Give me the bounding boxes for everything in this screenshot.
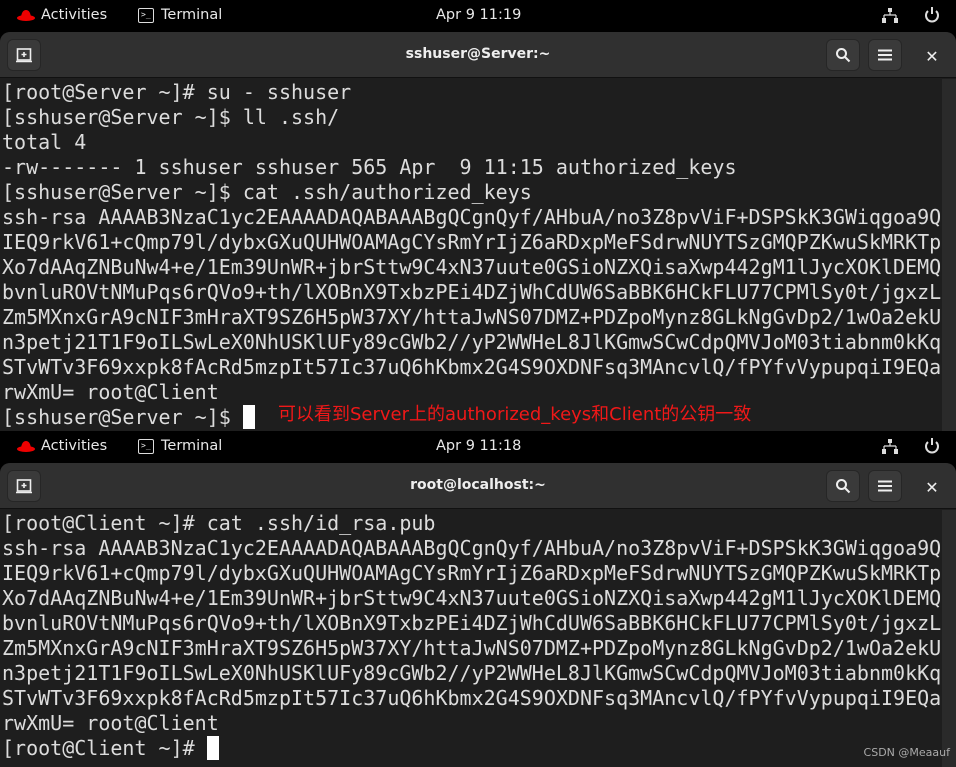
search-button[interactable] [826,470,860,502]
app-menu-terminal[interactable]: >_ Terminal [138,438,222,454]
close-button[interactable]: ✕ [920,475,944,499]
output-line: ssh-rsa AAAAB3NzaC1yc2EAAAADAQABAAABgQCg… [2,205,942,229]
clock[interactable]: Apr 9 11:19 [436,7,521,23]
output-line: IEQ9rkV61+cQmp79l/dybxGXuQUHWOAMAgCYsRmY… [2,561,942,585]
app-menu-terminal[interactable]: >_ Terminal [138,7,222,23]
scrollbar[interactable] [942,510,956,767]
close-icon: ✕ [925,477,939,497]
header-bar: sshuser@Server:~ ✕ [0,32,956,78]
search-icon [836,48,851,63]
search-button[interactable] [826,39,860,71]
prompt: [sshuser@Server ~]$ [2,405,243,429]
output-line: bvnluROVtNMuPqs6rQVo9+th/lXOBnX9TxbzPEi4… [2,611,942,635]
app-label: Terminal [161,7,223,23]
terminal-output[interactable]: [root@Server ~]# su - sshuser [sshuser@Se… [0,78,942,430]
redhat-logo-icon [17,10,35,21]
annotation-text: 可以看到Server上的authorized_keys和Client的公钥一致 [278,404,752,425]
output-line: STvWTv3F69xxpk8fAcRd5mzpIt57Ic37uQ6hKbmx… [2,686,942,710]
top-bar: Activities >_ Terminal Apr 9 11:18 [0,431,956,463]
output-line: [sshuser@Server ~]$ cat .ssh/authorized_… [2,180,532,204]
activities-label: Activities [41,7,108,23]
prompt-line: [root@Client ~]# [2,736,942,761]
menu-button[interactable] [868,470,902,502]
output-line: ssh-rsa AAAAB3NzaC1yc2EAAAADAQABAAABgQCg… [2,536,942,560]
client-screen: Activities >_ Terminal Apr 9 11:18 root@… [0,431,956,767]
activities-label: Activities [41,438,108,454]
top-bar: Activities >_ Terminal Apr 9 11:19 [0,0,956,32]
terminal-window: sshuser@Server:~ ✕ [root@Server ~]# su -… [0,32,956,431]
terminal-icon: >_ [138,438,154,454]
terminal-output[interactable]: [root@Client ~]# cat .ssh/id_rsa.pub ssh-… [0,509,942,761]
close-button[interactable]: ✕ [920,44,944,68]
output-line: -rw------- 1 sshuser sshuser 565 Apr 9 1… [2,155,737,179]
terminal-window: root@localhost:~ ✕ [root@Client ~]# cat … [0,463,956,767]
output-line: Xo7dAAqZNBuNw4+e/1Em39UnWR+jbrSttw9C4xN3… [2,586,942,610]
output-line: Xo7dAAqZNBuNw4+e/1Em39UnWR+jbrSttw9C4xN3… [2,255,942,279]
output-line: bvnluROVtNMuPqs6rQVo9+th/lXOBnX9TxbzPEi4… [2,280,942,304]
output-line: total 4 [2,130,87,154]
network-icon[interactable] [882,439,898,455]
network-icon[interactable] [882,8,898,24]
output-line: [root@Client ~]# cat .ssh/id_rsa.pub [2,511,436,535]
watermark: CSDN @Meaauf [863,746,950,759]
search-icon [836,479,851,494]
output-line: n3petj21T1F9oILSwLeX0NhUSKlUFy89cGWb2//y… [2,330,942,354]
output-line: rwXmU= root@Client [2,711,219,735]
output-line: STvWTv3F69xxpk8fAcRd5mzpIt57Ic37uQ6hKbmx… [2,355,942,379]
app-label: Terminal [161,438,223,454]
header-bar: root@localhost:~ ✕ [0,463,956,509]
output-line: n3petj21T1F9oILSwLeX0NhUSKlUFy89cGWb2//y… [2,661,942,685]
scrollbar[interactable] [942,79,956,431]
close-icon: ✕ [925,46,939,66]
menu-button[interactable] [868,39,902,71]
output-line: Zm5MXnxGrA9cNIF3mHraXT9SZ6H5pW37XY/httaJ… [2,305,942,329]
cursor [242,405,255,429]
window-title: sshuser@Server:~ [405,46,551,62]
activities-button[interactable]: Activities [17,7,107,23]
hamburger-menu-icon [878,480,892,492]
clock[interactable]: Apr 9 11:18 [436,438,521,454]
output-line: [sshuser@Server ~]$ ll .ssh/ [2,105,340,129]
cursor [206,736,219,760]
server-screen: Activities >_ Terminal Apr 9 11:19 sshus… [0,0,956,431]
output-line: Zm5MXnxGrA9cNIF3mHraXT9SZ6H5pW37XY/httaJ… [2,636,942,660]
power-icon[interactable] [923,437,941,455]
window-title: root@localhost:~ [410,477,546,493]
terminal-icon: >_ [138,7,154,23]
hamburger-menu-icon [878,49,892,61]
prompt: [root@Client ~]# [2,736,207,760]
output-line: IEQ9rkV61+cQmp79l/dybxGXuQUHWOAMAgCYsRmY… [2,230,942,254]
redhat-logo-icon [17,441,35,452]
output-line: [root@Server ~]# su - sshuser [2,80,352,104]
power-icon[interactable] [923,6,941,24]
activities-button[interactable]: Activities [17,438,107,454]
